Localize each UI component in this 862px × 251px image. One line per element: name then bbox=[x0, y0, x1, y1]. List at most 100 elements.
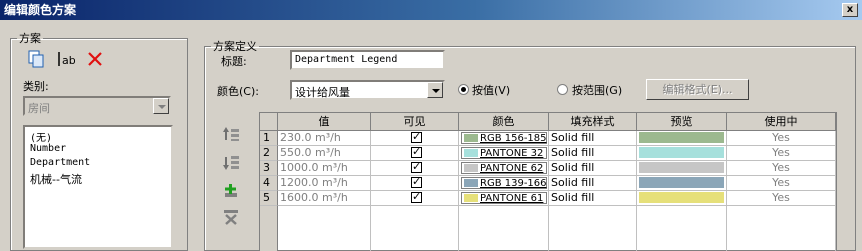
scheme-item-selected[interactable]: 机械--气流 bbox=[30, 171, 82, 187]
color-select[interactable]: 设计给风量 bbox=[290, 80, 445, 100]
table-header: 值 可见 颜色 填充样式 预览 使用中 bbox=[260, 113, 836, 131]
empty-cell bbox=[260, 206, 278, 221]
scheme-item[interactable]: Department bbox=[30, 157, 90, 168]
visible-cell bbox=[371, 191, 459, 206]
preview-cell bbox=[637, 161, 727, 176]
header-fill[interactable]: 填充样式 bbox=[549, 113, 637, 131]
row-number[interactable]: 3 bbox=[260, 161, 278, 176]
value-cell[interactable]: 1600.0 m³/h bbox=[278, 191, 371, 206]
color-button[interactable]: PANTONE 61 bbox=[461, 192, 547, 204]
header-visible[interactable]: 可见 bbox=[371, 113, 459, 131]
visible-cell bbox=[371, 131, 459, 146]
delete-icon[interactable] bbox=[86, 50, 104, 68]
color-swatch bbox=[464, 149, 478, 157]
duplicate-icon[interactable] bbox=[27, 50, 45, 68]
color-label: PANTONE 62 bbox=[480, 163, 544, 174]
empty-cell bbox=[549, 206, 637, 221]
close-button[interactable]: x bbox=[842, 3, 858, 17]
rename-icon[interactable]: ab bbox=[57, 50, 75, 68]
color-label: PANTONE 32 bbox=[480, 148, 544, 159]
empty-cell bbox=[637, 206, 727, 221]
empty-cell bbox=[727, 221, 836, 236]
color-swatch bbox=[464, 134, 478, 142]
add-value-icon[interactable] bbox=[222, 182, 240, 200]
edit-format-button[interactable]: 编辑格式(E)... bbox=[646, 79, 749, 100]
empty-cell bbox=[278, 206, 371, 221]
title-bar: 编辑颜色方案 x bbox=[0, 0, 862, 20]
by-range-label[interactable]: 按范围(G) bbox=[572, 82, 622, 98]
scheme-item[interactable]: Number bbox=[30, 143, 66, 154]
preview-swatch bbox=[639, 177, 724, 188]
row-number[interactable]: 4 bbox=[260, 176, 278, 191]
by-value-radio[interactable] bbox=[458, 84, 469, 95]
by-value-label[interactable]: 按值(V) bbox=[472, 82, 510, 98]
preview-cell bbox=[637, 176, 727, 191]
empty-cell bbox=[371, 206, 459, 221]
visible-checkbox[interactable] bbox=[411, 131, 422, 144]
color-label: 颜色(C): bbox=[217, 85, 259, 98]
svg-text:ab: ab bbox=[62, 54, 75, 67]
in-use-cell: Yes bbox=[727, 191, 836, 206]
color-swatch bbox=[464, 194, 478, 202]
window-title: 编辑颜色方案 bbox=[4, 3, 77, 17]
visible-checkbox[interactable] bbox=[411, 146, 422, 159]
by-range-radio[interactable] bbox=[557, 84, 568, 95]
visible-cell bbox=[371, 161, 459, 176]
value-cell[interactable]: 230.0 m³/h bbox=[278, 131, 371, 146]
move-down-icon[interactable] bbox=[222, 154, 240, 172]
category-label: 类别: bbox=[23, 80, 49, 93]
empty-cell bbox=[278, 221, 371, 236]
header-corner bbox=[260, 113, 278, 131]
empty-cell bbox=[371, 221, 459, 236]
preview-cell bbox=[637, 146, 727, 161]
header-in-use[interactable]: 使用中 bbox=[727, 113, 836, 131]
scheme-legend: 方案 bbox=[19, 32, 41, 45]
scheme-list[interactable]: (无) Number Department 机械--气流 bbox=[23, 125, 173, 249]
color-label: RGB 156-185 bbox=[480, 133, 547, 144]
row-number[interactable]: 1 bbox=[260, 131, 278, 146]
visible-checkbox[interactable] bbox=[411, 191, 422, 204]
title-label: 标题: bbox=[221, 55, 247, 68]
color-cell: RGB 156-185 bbox=[459, 131, 549, 146]
value-cell[interactable]: 1000.0 m³/h bbox=[278, 161, 371, 176]
fill-cell[interactable]: Solid fill bbox=[549, 131, 637, 146]
visible-checkbox[interactable] bbox=[411, 176, 422, 189]
empty-cell bbox=[459, 221, 549, 236]
value-cell[interactable]: 550.0 m³/h bbox=[278, 146, 371, 161]
preview-cell bbox=[637, 131, 727, 146]
move-up-icon[interactable] bbox=[222, 125, 240, 143]
color-button[interactable]: PANTONE 32 bbox=[461, 147, 547, 159]
remove-value-icon[interactable] bbox=[222, 208, 240, 226]
chevron-down-icon bbox=[427, 82, 443, 98]
fill-cell[interactable]: Solid fill bbox=[549, 191, 637, 206]
chevron-down-icon bbox=[153, 98, 169, 114]
color-button[interactable]: PANTONE 62 bbox=[461, 162, 547, 174]
fill-cell[interactable]: Solid fill bbox=[549, 146, 637, 161]
preview-swatch bbox=[639, 162, 724, 173]
preview-swatch bbox=[639, 132, 724, 143]
color-button[interactable]: RGB 139-166 bbox=[461, 177, 547, 189]
fill-cell[interactable]: Solid fill bbox=[549, 176, 637, 191]
header-value[interactable]: 值 bbox=[278, 113, 371, 131]
category-select[interactable]: 房间 bbox=[23, 96, 171, 116]
in-use-cell: Yes bbox=[727, 146, 836, 161]
visible-checkbox[interactable] bbox=[411, 161, 422, 174]
color-cell: PANTONE 32 bbox=[459, 146, 549, 161]
header-color[interactable]: 颜色 bbox=[459, 113, 549, 131]
preview-cell bbox=[637, 191, 727, 206]
color-button[interactable]: RGB 156-185 bbox=[461, 132, 547, 144]
color-cell: RGB 139-166 bbox=[459, 176, 549, 191]
color-value: 设计给风量 bbox=[295, 86, 350, 99]
color-table: 值 可见 颜色 填充样式 预览 使用中 1230.0 m³/h RGB 156-1… bbox=[259, 112, 837, 251]
empty-cell bbox=[549, 221, 637, 236]
row-number[interactable]: 2 bbox=[260, 146, 278, 161]
title-input[interactable]: Department Legend bbox=[290, 50, 445, 70]
category-value: 房间 bbox=[28, 102, 50, 115]
empty-cell bbox=[260, 221, 278, 236]
fill-cell[interactable]: Solid fill bbox=[549, 161, 637, 176]
row-number[interactable]: 5 bbox=[260, 191, 278, 206]
header-preview[interactable]: 预览 bbox=[637, 113, 727, 131]
empty-cell bbox=[459, 206, 549, 221]
scheme-item[interactable]: (无) bbox=[30, 129, 52, 144]
value-cell[interactable]: 1200.0 m³/h bbox=[278, 176, 371, 191]
